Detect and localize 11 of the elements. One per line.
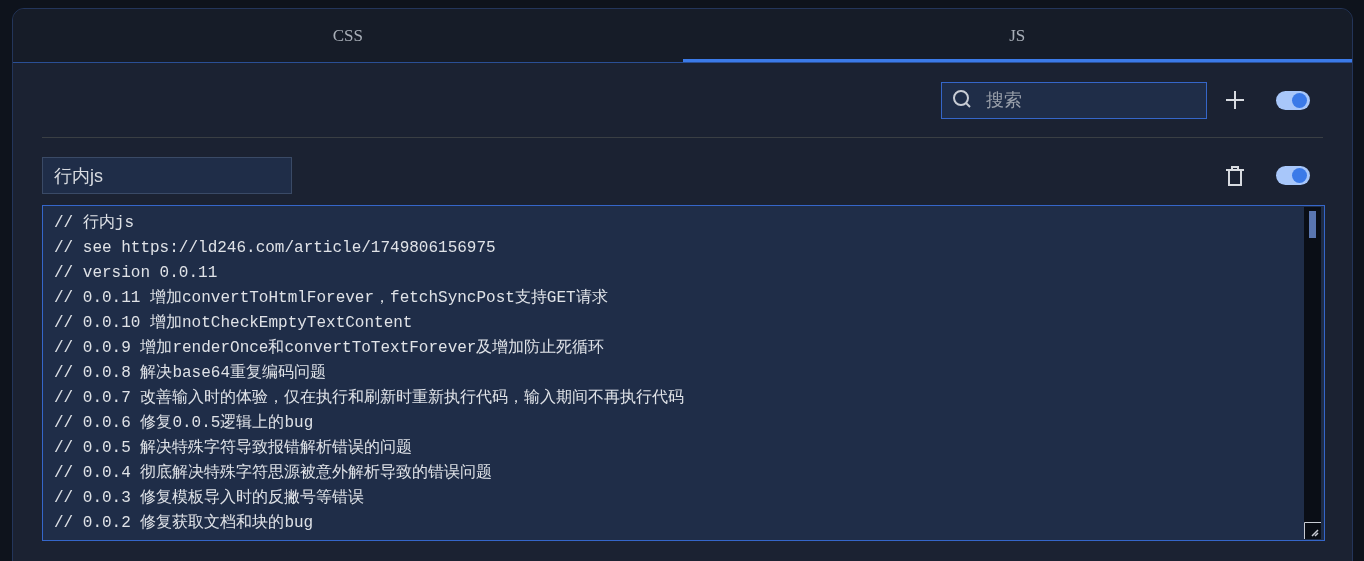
name-field[interactable]: 行内js: [42, 157, 292, 194]
toggle-switch[interactable]: [1276, 166, 1310, 185]
plus-icon: [1226, 91, 1244, 109]
search-field[interactable]: 搜索: [941, 81, 1207, 119]
tab[interactable]: CSS: [13, 9, 683, 62]
toggle-switch[interactable]: [1276, 90, 1310, 110]
resize-handle-icon[interactable]: [1304, 522, 1321, 539]
scrollbar[interactable]: [1304, 207, 1321, 539]
code-editor[interactable]: // 行内js // see https://ld246.com/article/1749806156975 // version 0.0.11 // 0.0.11 增加convertToHtmlForever，fetchSyncPost支持GET请求 // 0.0.10 增加notCheckEmptyTextContent // 0.0.9 增加renderOnce和convertToTextForever及增加防止死循环 // 0.0.8 解决base64重复编码问题 // 0.0.7 改善输入时的体验，仅在执行和刷新时重新执行代码，输入期间不再执行代码 // 0.0.6 修复0.0.5逻辑上的bug // 0.0.5 解决特殊字符导致报错解析错误的问题 // 0.0.4 彻底解决特殊字符思源被意外解析导致的错误问题 // 0.0.3 修复模板导入时的反撇号等错误 // 0.0.2 修复获取文档和块的bug: [42, 205, 1325, 541]
trash-icon: [1226, 165, 1244, 186]
tab[interactable]: JS: [682, 9, 1352, 62]
